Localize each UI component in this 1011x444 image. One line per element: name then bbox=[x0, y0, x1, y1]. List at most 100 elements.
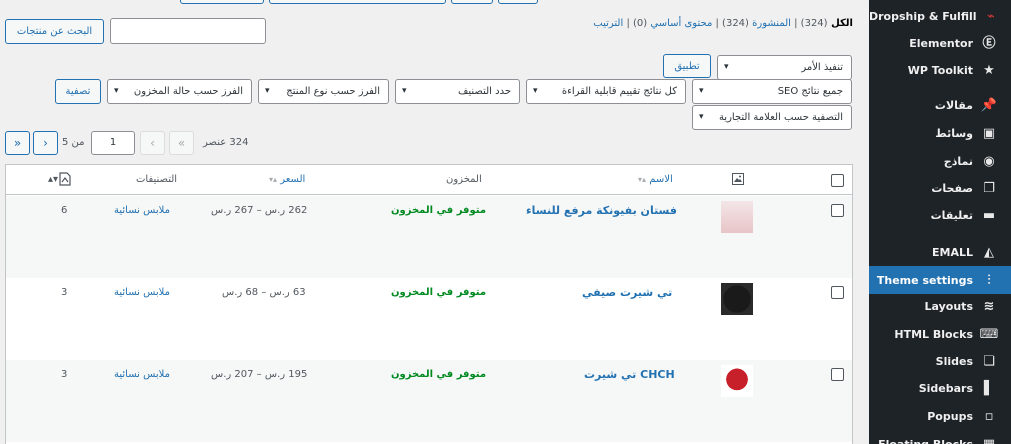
view-filters: الكل (324) | المنشورة (324) | محتوى أساس… bbox=[593, 18, 853, 29]
comments-icon: ▬ bbox=[982, 207, 996, 223]
sidebar-item-dropship[interactable]: Dropship & Fulfill ⌁ bbox=[869, 2, 1011, 30]
search-input[interactable] bbox=[110, 18, 266, 44]
sliders-icon: ⫶ bbox=[987, 272, 991, 288]
product-name-link[interactable]: تي شيرت صيفي bbox=[582, 286, 672, 299]
forms-icon: ◉ bbox=[983, 153, 995, 169]
featured-count: 6 bbox=[61, 205, 68, 216]
sort-icon: ▴▾ bbox=[269, 175, 278, 184]
category-filter-select[interactable]: حدد التصنيف ▾ bbox=[395, 79, 520, 104]
sidebar-item-slides[interactable]: Slides ❏ bbox=[869, 347, 1011, 375]
table-row: CHCH تي شيرت متوفر في المخزون 195 ر.س – 20… bbox=[6, 360, 852, 442]
sidebar-item-label: Slides bbox=[935, 354, 973, 368]
view-published[interactable]: المنشورة (324) bbox=[722, 18, 791, 29]
prev-page-button[interactable]: ‹ bbox=[140, 131, 165, 155]
row-checkbox[interactable] bbox=[831, 204, 844, 217]
sidebar-item-label: تعليقات bbox=[930, 208, 973, 222]
product-thumbnail[interactable] bbox=[721, 201, 753, 233]
sidebar-icon: ▌ bbox=[984, 380, 994, 396]
column-price[interactable]: السعر ▴▾ bbox=[269, 174, 305, 185]
seo-filter-label: جميع نتائج SEO bbox=[777, 86, 843, 97]
first-page-button[interactable]: « bbox=[169, 131, 194, 155]
sidebar-item-label: Elementor bbox=[909, 36, 973, 50]
column-stock: المخزون bbox=[446, 174, 482, 185]
table-header: الاسم ▴▾ المخزون السعر ▴▾ التصنيفات ▴▾ bbox=[6, 165, 852, 195]
current-page-input[interactable]: 1 bbox=[91, 131, 135, 155]
dropship-icon: ⌁ bbox=[986, 8, 995, 24]
view-all[interactable]: الكل (324) bbox=[801, 18, 853, 29]
chevron-down-icon: ▾ bbox=[699, 86, 704, 96]
floating-icon: ▦ bbox=[982, 436, 996, 444]
pin-icon: 📌 bbox=[980, 97, 998, 113]
product-type-filter-select[interactable]: الفرز حسب نوع المنتج ▾ bbox=[258, 79, 389, 104]
product-thumbnail[interactable] bbox=[721, 365, 753, 397]
sidebar-item-pages[interactable]: صفحات ❐ bbox=[869, 174, 1011, 202]
featured-icon[interactable]: ▴▾ bbox=[48, 172, 72, 186]
items-count: 324 عنصر bbox=[203, 137, 249, 148]
view-sorting[interactable]: الترتيب bbox=[593, 18, 623, 29]
sidebar-item-popup[interactable]: Popups ▫ bbox=[869, 402, 1011, 430]
next-page-button[interactable]: › bbox=[33, 131, 58, 155]
chevron-down-icon: ▾ bbox=[114, 86, 119, 96]
category-link[interactable]: ملابس نسائية bbox=[114, 287, 170, 298]
brand-filter-select[interactable]: التصفية حسب العلامة التجارية ▾ bbox=[692, 105, 852, 130]
sidebar-item-label: Floating Blocks bbox=[878, 437, 973, 444]
chevron-down-icon: ▾ bbox=[265, 86, 270, 96]
table-row: تي شيرت صيفي متوفر في المخزون 63 ر.س – 68 … bbox=[6, 278, 852, 360]
sidebar-item-sidebar[interactable]: Sidebars ▌ bbox=[869, 374, 1011, 402]
sidebar-item-media[interactable]: وسائط ▣ bbox=[869, 119, 1011, 147]
readability-filter-select[interactable]: كل نتائج تقييم قابلية القراءة ▾ bbox=[526, 79, 686, 104]
sidebar-item-star[interactable]: WP Toolkit ★ bbox=[869, 56, 1011, 84]
search-products-button[interactable]: البحث عن منتجات bbox=[5, 19, 104, 44]
select-all-checkbox[interactable] bbox=[831, 174, 844, 187]
brand-filter-label: التصفية حسب العلامة التجارية bbox=[718, 112, 843, 123]
last-page-button[interactable]: » bbox=[5, 131, 30, 155]
sidebar-item-elementor[interactable]: Elementor Ⓔ bbox=[869, 29, 1011, 57]
slides-icon: ❏ bbox=[983, 353, 995, 369]
admin-sidebar: Dropship & Fulfill ⌁ Elementor Ⓔ WP Toolkit ★… bbox=[869, 0, 1011, 444]
top-button-2[interactable] bbox=[269, 0, 446, 4]
category-link[interactable]: ملابس نسائية bbox=[114, 205, 170, 216]
apply-button[interactable]: تطبيق bbox=[663, 54, 711, 78]
category-link[interactable]: ملابس نسائية bbox=[114, 369, 170, 380]
chevron-down-icon: ▾ bbox=[724, 62, 729, 72]
sidebar-item-forms[interactable]: نماذج ◉ bbox=[869, 147, 1011, 175]
elementor-icon: Ⓔ bbox=[982, 35, 996, 51]
view-cornerstone[interactable]: محتوى أساسي (0) bbox=[633, 18, 712, 29]
sidebar-item-label: WP Toolkit bbox=[907, 63, 973, 77]
media-icon: ▣ bbox=[982, 125, 996, 141]
row-checkbox[interactable] bbox=[831, 368, 844, 381]
sidebar-item-pin[interactable]: مقالات 📌 bbox=[869, 91, 1011, 119]
stock-status-filter-select[interactable]: الفرز حسب حالة المخزون ▾ bbox=[107, 79, 252, 104]
sidebar-item-label: EMALL bbox=[932, 245, 973, 259]
code-icon: ⌨ bbox=[979, 326, 999, 342]
stock-status: متوفر في المخزون bbox=[391, 287, 487, 298]
product-name-link[interactable]: فستان بفيونكة مرفع للنساء bbox=[526, 204, 677, 217]
product-thumbnail[interactable] bbox=[721, 283, 753, 315]
sidebar-item-label: Dropship & Fulfill bbox=[869, 9, 977, 23]
sidebar-item-floating[interactable]: Floating Blocks ▦ bbox=[869, 430, 1011, 444]
sidebar-item-label: HTML Blocks bbox=[894, 327, 973, 341]
column-price-label: السعر bbox=[280, 174, 306, 185]
sidebar-item-code[interactable]: HTML Blocks ⌨ bbox=[869, 320, 1011, 348]
top-button-3[interactable] bbox=[451, 0, 493, 4]
seo-filter-select[interactable]: جميع نتائج SEO ▾ bbox=[692, 79, 852, 104]
bulk-action-label: تنفيذ الأمر bbox=[801, 62, 843, 73]
star-icon: ★ bbox=[983, 62, 995, 78]
sidebar-item-emall[interactable]: EMALL ◭ bbox=[869, 238, 1011, 266]
sidebar-item-sliders[interactable]: Theme settings ⫶ bbox=[869, 266, 1011, 294]
filter-button[interactable]: تصفية bbox=[55, 79, 101, 104]
product-price: 63 ر.س – 68 ر.س bbox=[222, 287, 306, 298]
sidebar-item-layers[interactable]: Layouts ≋ bbox=[869, 292, 1011, 320]
top-button-4[interactable] bbox=[498, 0, 538, 4]
sidebar-item-label: Layouts bbox=[924, 299, 973, 313]
chevron-down-icon: ▾ bbox=[533, 86, 538, 96]
column-name[interactable]: الاسم ▴▾ bbox=[638, 174, 673, 185]
row-checkbox[interactable] bbox=[831, 286, 844, 299]
chevron-down-icon: ▾ bbox=[402, 86, 407, 96]
product-price: 195 ر.س – 207 ر.س bbox=[211, 369, 308, 380]
chevron-down-icon: ▾ bbox=[699, 112, 704, 122]
sidebar-item-comments[interactable]: تعليقات ▬ bbox=[869, 201, 1011, 229]
product-name-link[interactable]: CHCH تي شيرت bbox=[584, 368, 675, 381]
bulk-action-select[interactable]: تنفيذ الأمر ▾ bbox=[717, 55, 852, 80]
top-button-1[interactable] bbox=[180, 0, 264, 4]
